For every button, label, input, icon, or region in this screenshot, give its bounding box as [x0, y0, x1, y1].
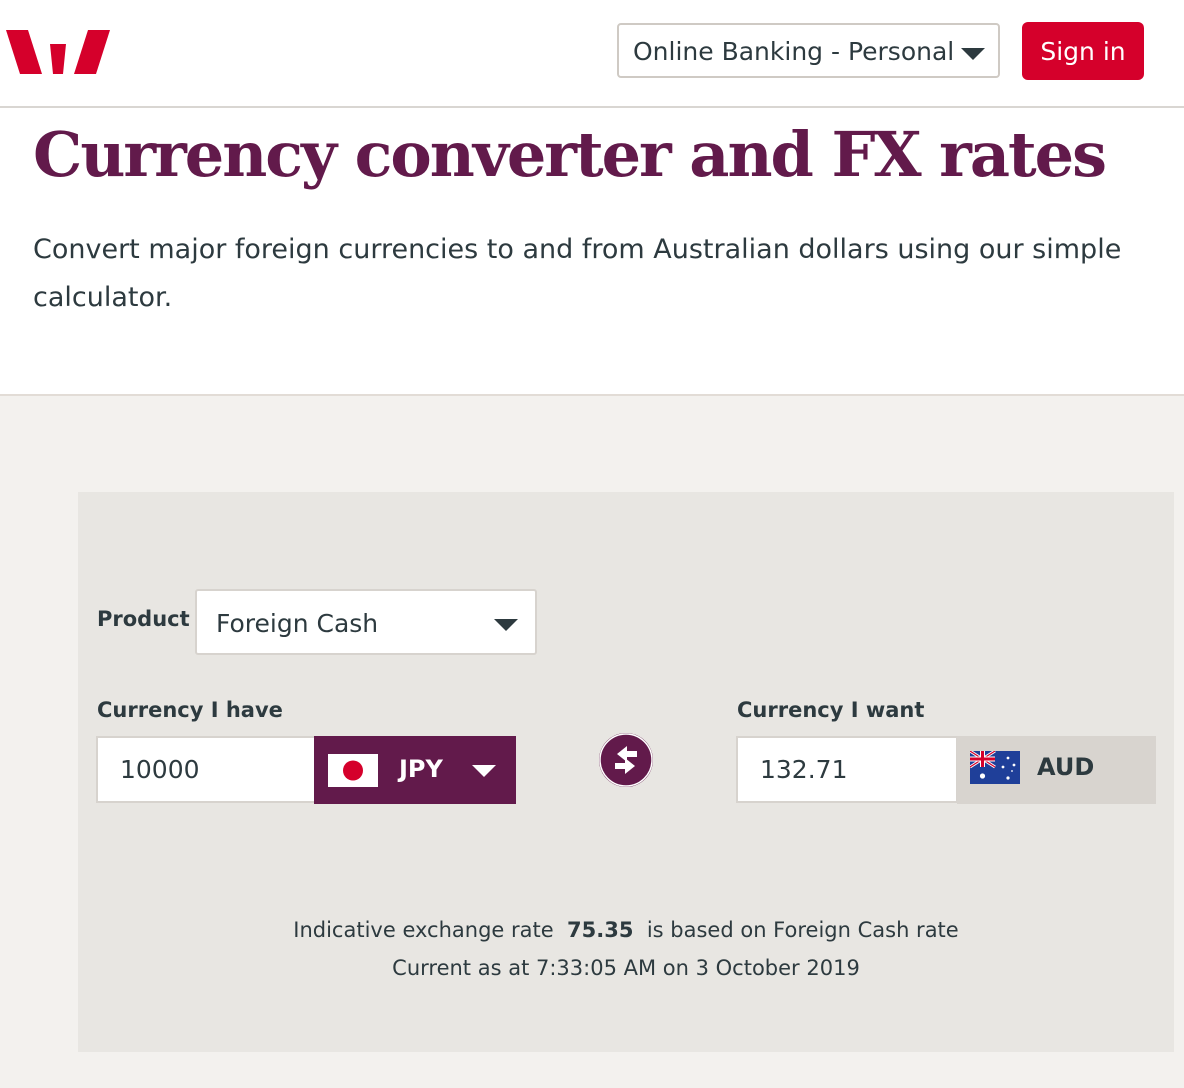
currency-have-amount-input[interactable]: [96, 736, 316, 803]
rate-prefix: Indicative exchange rate: [293, 918, 554, 942]
chevron-down-icon: [472, 765, 496, 777]
australia-flag-icon: [970, 751, 1020, 784]
swap-currencies-button[interactable]: [599, 733, 653, 787]
swap-arrows-icon: [599, 733, 653, 787]
product-select-value: Foreign Cash: [216, 609, 379, 638]
online-banking-select[interactable]: Online Banking - Personal: [617, 23, 1000, 78]
currency-have-code: JPY: [399, 755, 443, 783]
rate-timestamp: Current as at 7:33:05 AM on 3 October 20…: [392, 956, 860, 980]
currency-want-amount-input[interactable]: [736, 736, 958, 803]
chevron-down-icon: [494, 619, 518, 631]
currency-want-label: Currency I want: [737, 698, 925, 722]
currency-want-select[interactable]: AUD: [957, 736, 1156, 804]
currency-have-select[interactable]: JPY: [314, 736, 516, 804]
currency-want-code: AUD: [1037, 753, 1095, 781]
japan-flag-icon: [328, 754, 378, 787]
page-title: Currency converter and FX rates: [33, 118, 1107, 191]
sign-in-button[interactable]: Sign in: [1022, 22, 1144, 80]
currency-have-label: Currency I have: [97, 698, 283, 722]
rate-suffix: is based on Foreign Cash rate: [646, 918, 959, 942]
online-banking-select-value: Online Banking - Personal: [633, 37, 955, 66]
exchange-rate-info: Indicative exchange rate 75.35 is based …: [78, 918, 1174, 942]
site-header: Online Banking - Personal Sign in: [0, 0, 1184, 108]
chevron-down-icon: [961, 48, 985, 60]
product-label: Product: [97, 607, 190, 631]
intro-text: Convert major foreign currencies to and …: [33, 234, 1122, 313]
product-select[interactable]: Foreign Cash: [195, 589, 537, 655]
rate-value: 75.35: [567, 918, 634, 942]
westpac-logo[interactable]: [6, 30, 110, 74]
